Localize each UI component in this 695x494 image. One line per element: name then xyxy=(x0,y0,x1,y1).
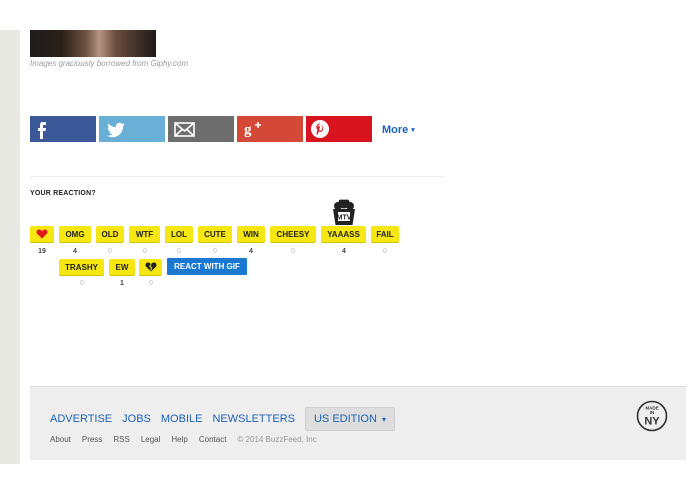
footer-secondary-links: About Press RSS Legal Help Contact © 201… xyxy=(50,435,317,444)
more-label: More xyxy=(382,124,409,136)
share-pinterest-button[interactable] xyxy=(306,116,372,142)
react-with-gif-button[interactable]: REACT WITH GIF xyxy=(167,258,247,275)
more-share-link[interactable]: More ▾ xyxy=(382,124,415,136)
image-credit: Images graciously borrowed from Giphy.co… xyxy=(30,59,189,68)
footer-nav: ADVERTISE JOBS MOBILE NEWSLETTERS US EDI… xyxy=(50,407,395,431)
share-facebook-button[interactable] xyxy=(30,116,96,142)
facebook-icon xyxy=(38,122,46,139)
share-email-button[interactable] xyxy=(168,116,234,142)
reaction-win-button[interactable]: WIN xyxy=(237,226,265,242)
reaction-lol-button[interactable]: LOL xyxy=(165,226,193,242)
left-page-strip xyxy=(0,30,20,464)
reaction-old-count: 0 xyxy=(108,248,112,255)
google-plus-icon: g xyxy=(244,122,261,138)
footer-link-legal[interactable]: Legal xyxy=(141,435,161,444)
reaction-fail-button[interactable]: FAIL xyxy=(371,226,399,242)
reaction-omg-button[interactable]: OMG xyxy=(59,226,91,242)
reaction-trashy-button[interactable]: TRASHY xyxy=(59,259,104,275)
made-in-ny-badge-icon: MADE IN NY xyxy=(636,400,668,432)
footer-link-jobs[interactable]: JOBS xyxy=(122,413,151,425)
edition-label: US EDITION xyxy=(313,413,377,425)
footer-link-advertise[interactable]: ADVERTISE xyxy=(50,413,112,425)
reaction-fail-count: 0 xyxy=(383,248,387,255)
footer-link-help[interactable]: Help xyxy=(171,435,187,444)
site-footer: ADVERTISE JOBS MOBILE NEWSLETTERS US EDI… xyxy=(30,386,686,460)
section-divider xyxy=(30,176,444,177)
footer-link-about[interactable]: About xyxy=(50,435,71,444)
reaction-yaaass-button[interactable]: YAAASS xyxy=(321,226,366,242)
share-google-plus-button[interactable]: g xyxy=(237,116,303,142)
reaction-cheesy-button[interactable]: CHEESY xyxy=(270,226,316,242)
footer-link-rss[interactable]: RSS xyxy=(113,435,129,444)
reaction-hate-count: 0 xyxy=(149,280,153,287)
reaction-old-button[interactable]: OLD xyxy=(96,226,124,242)
broken-heart-icon xyxy=(145,262,156,272)
pinterest-icon xyxy=(311,120,329,138)
twitter-icon xyxy=(106,122,125,138)
reaction-wtf-button[interactable]: WTF xyxy=(129,226,160,242)
chevron-down-icon: ▾ xyxy=(411,127,415,134)
badge-line2: IN xyxy=(650,410,655,415)
reaction-title: YOUR REACTION? xyxy=(30,190,96,197)
reaction-ew-button[interactable]: EW xyxy=(109,259,135,275)
reaction-win-count: 4 xyxy=(249,248,253,255)
reaction-yaaass-count: 4 xyxy=(342,248,346,255)
reaction-cheesy-count: 0 xyxy=(291,248,295,255)
chevron-down-icon: ▾ xyxy=(381,414,386,424)
reaction-lol-count: 0 xyxy=(177,248,181,255)
reaction-hate-button[interactable] xyxy=(139,259,162,275)
article-gif-image xyxy=(30,30,156,57)
reaction-omg-count: 4 xyxy=(73,248,77,255)
reaction-cute-count: 0 xyxy=(213,248,217,255)
heart-icon xyxy=(36,229,48,239)
footer-link-newsletters[interactable]: NEWSLETTERS xyxy=(212,413,295,425)
copyright: © 2014 BuzzFeed, Inc xyxy=(237,435,317,444)
email-icon xyxy=(174,122,195,137)
reaction-love-button[interactable] xyxy=(30,226,54,242)
footer-link-contact[interactable]: Contact xyxy=(199,435,227,444)
badge-line3: NY xyxy=(644,416,660,428)
mtv-logo-text: MTV xyxy=(337,215,352,222)
share-twitter-button[interactable] xyxy=(99,116,165,142)
reaction-cute-button[interactable]: CUTE xyxy=(198,226,232,242)
edition-selector[interactable]: US EDITION ▾ xyxy=(304,407,395,431)
mtv-popcorn-icon: MTV xyxy=(333,199,355,225)
footer-link-press[interactable]: Press xyxy=(82,435,102,444)
svg-text:g: g xyxy=(244,122,252,138)
reaction-trashy-count: 0 xyxy=(80,280,84,287)
footer-link-mobile[interactable]: MOBILE xyxy=(161,413,203,425)
